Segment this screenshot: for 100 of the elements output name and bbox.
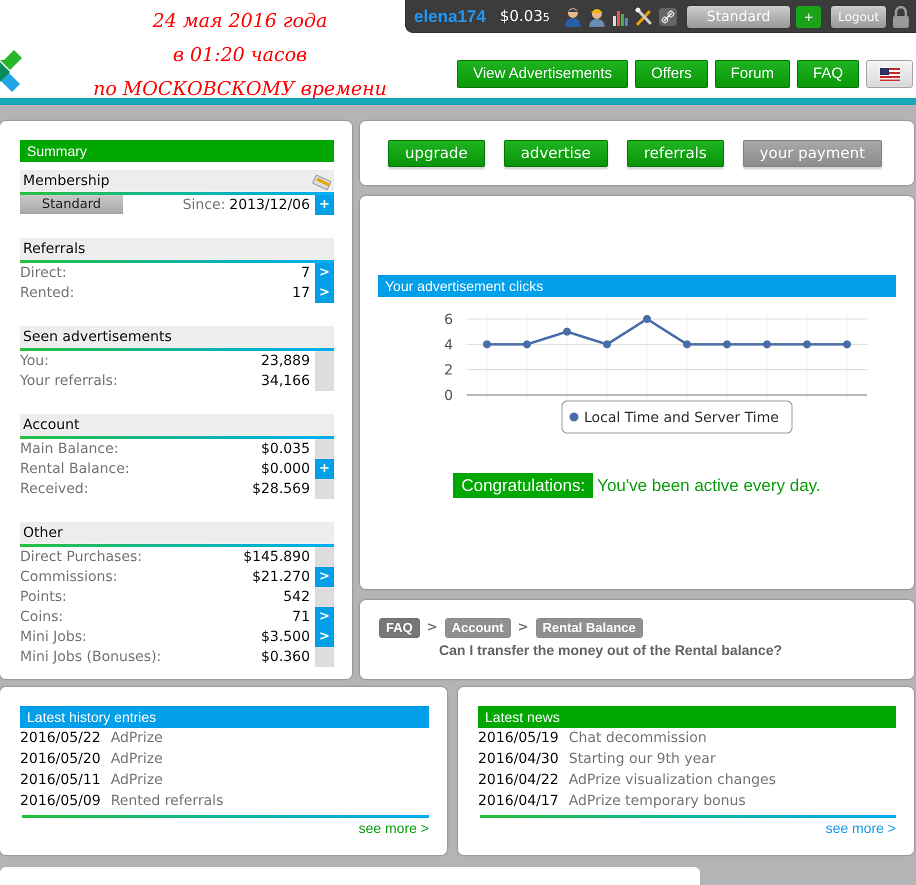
data-point: [483, 340, 491, 348]
stat-value: 34,166: [261, 372, 311, 391]
nav-button[interactable]: Offers: [635, 60, 708, 88]
data-point: [563, 328, 571, 336]
action-button[interactable]: advertise: [504, 140, 608, 166]
link-icon[interactable]: [658, 6, 677, 26]
plus-button[interactable]: +: [315, 459, 334, 479]
data-point: [523, 340, 531, 348]
entry-date: 2016/04/22: [478, 771, 559, 790]
stat-value: 542: [283, 588, 311, 607]
stat-value: 23,889: [261, 352, 311, 371]
see-more-link[interactable]: see more >: [826, 820, 896, 836]
entry-title[interactable]: AdPrize temporary bonus: [568, 791, 746, 812]
stat-label: Commissions:: [20, 568, 118, 587]
entry-date: 2016/05/09: [20, 792, 101, 811]
worker-icon[interactable]: [588, 6, 606, 26]
action-button[interactable]: upgrade: [388, 140, 485, 166]
breadcrumb-separator: >: [426, 619, 438, 638]
entry-title[interactable]: Rented referrals: [110, 791, 224, 812]
add-button[interactable]: +: [796, 6, 822, 28]
stat-value: 7: [301, 264, 311, 283]
since-label: Since:: [182, 196, 226, 215]
section-header: Other: [20, 522, 334, 544]
arrow-button[interactable]: >: [315, 567, 334, 587]
chart-legend: Local Time and Server Time: [562, 400, 792, 434]
stat-value: $0.000: [261, 460, 311, 479]
stat-value: $145.890: [243, 548, 311, 567]
logout-button[interactable]: Logout: [831, 6, 886, 28]
congratulations-message: You've been active every day.: [597, 475, 821, 497]
nav-button[interactable]: Forum: [714, 60, 790, 88]
data-point: [603, 340, 611, 348]
username-link[interactable]: elena174: [414, 4, 486, 30]
tools-icon[interactable]: [635, 6, 653, 26]
section-header: Seen advertisements: [20, 326, 334, 348]
nav-button[interactable]: FAQ: [796, 60, 859, 88]
lock-icon[interactable]: [892, 6, 910, 28]
breadcrumb-link[interactable]: Rental Balance: [536, 618, 643, 638]
card-header: Latest history entries: [20, 706, 429, 728]
entry-title[interactable]: AdPrize: [110, 770, 163, 791]
data-point: [723, 340, 731, 348]
arrow-button[interactable]: >: [315, 283, 334, 303]
summary-header: Summary: [20, 140, 334, 162]
entry-title[interactable]: AdPrize: [110, 728, 163, 749]
chart-header: Your advertisement clicks: [378, 275, 896, 297]
section-title: Membership: [23, 172, 110, 191]
breadcrumb-link[interactable]: FAQ: [379, 618, 420, 638]
annotation-text: 24 мая 2016 года: [152, 9, 328, 34]
faq-question[interactable]: Can I transfer the money out of the Rental balance?: [439, 640, 896, 661]
data-point: [643, 315, 651, 323]
stat-label: Direct Purchases:: [20, 548, 143, 567]
entry-date: 2016/05/11: [20, 771, 101, 790]
data-point: [803, 340, 811, 348]
stat-label: Main Balance:: [20, 440, 120, 459]
flag-icon: [880, 68, 900, 80]
stat-label: Points:: [20, 588, 68, 607]
congratulations-badge: Congratulations:: [453, 473, 594, 498]
axis-tick-label: 6: [444, 312, 453, 328]
see-more-link[interactable]: see more >: [358, 820, 429, 836]
action-button[interactable]: referrals: [626, 140, 724, 166]
arrow-button[interactable]: >: [315, 263, 334, 283]
legend-label: Local Time and Server Time: [584, 410, 779, 426]
breadcrumb-link[interactable]: Account: [444, 618, 511, 638]
stat-label: Direct:: [20, 264, 68, 283]
stat-label: Rented:: [20, 284, 76, 303]
membership-button[interactable]: Standard: [686, 6, 790, 28]
stat-label: Received:: [20, 480, 90, 499]
stat-value: $0.360: [261, 648, 311, 667]
since-date: 2013/12/06: [229, 196, 311, 215]
entry-title[interactable]: Starting our 9th year: [568, 749, 716, 770]
language-button[interactable]: [866, 60, 913, 88]
entry-title[interactable]: AdPrize visualization changes: [568, 770, 776, 791]
entry-title[interactable]: AdPrize: [110, 749, 163, 770]
arrow-button[interactable]: >: [315, 607, 334, 627]
entry-title[interactable]: Chat decommission: [568, 728, 707, 749]
data-point: [843, 340, 851, 348]
stat-value: 71: [292, 608, 311, 627]
nav-button[interactable]: View Advertisements: [457, 60, 628, 88]
axis-tick-label: 0: [444, 388, 453, 404]
arrow-button[interactable]: >: [315, 627, 334, 647]
stat-label: Rental Balance:: [20, 460, 131, 479]
annotation-text: в 01:20 часов: [172, 43, 308, 68]
stat-value: $21.270: [252, 568, 311, 587]
axis-tick-label: 4: [444, 337, 453, 354]
section-header: Referrals: [20, 238, 334, 260]
entry-date: 2016/04/17: [478, 792, 559, 811]
membership-level: Standard: [20, 195, 123, 214]
stat-label: Coins:: [20, 608, 64, 627]
card-header: Latest news: [478, 706, 896, 728]
stat-value: $3.500: [261, 628, 311, 647]
breadcrumb-separator: >: [518, 619, 529, 638]
data-point: [683, 340, 691, 348]
data-point: [763, 340, 771, 348]
stat-label: Mini Jobs:: [20, 628, 88, 647]
plus-button[interactable]: +: [315, 195, 334, 215]
person-icon[interactable]: [564, 6, 582, 26]
stat-value: $0.035: [261, 440, 311, 459]
entry-date: 2016/05/19: [478, 729, 559, 748]
stat-label: You:: [20, 352, 50, 371]
entry-date: 2016/05/20: [20, 750, 101, 769]
axis-tick-label: 2: [444, 362, 453, 379]
